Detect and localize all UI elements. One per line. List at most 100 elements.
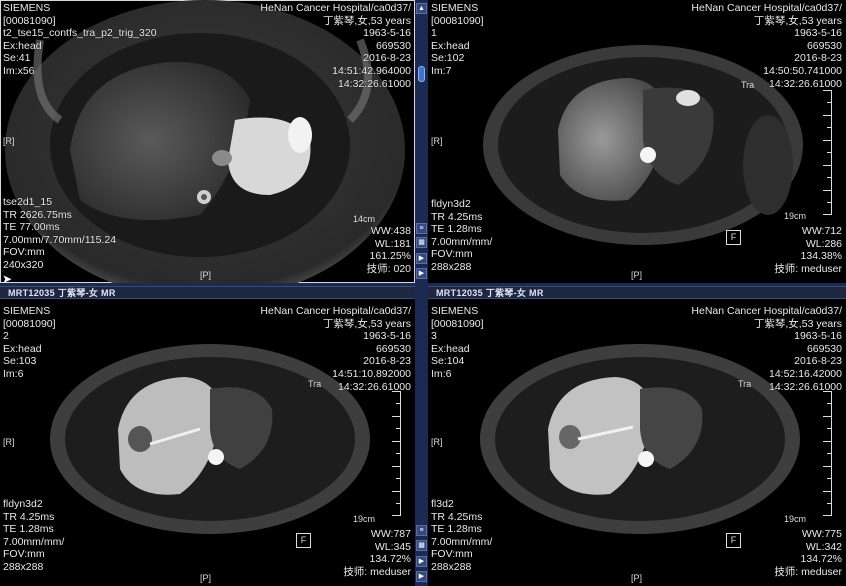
play-icon[interactable]: ▶ xyxy=(416,571,427,582)
overlay-line: Se:102 xyxy=(431,52,465,65)
overlay-line: fldyn3d2 xyxy=(431,198,471,210)
overlay-line: [00081090] xyxy=(431,317,484,330)
overlay-line: 7.00mm/mm/ xyxy=(3,535,65,548)
overlay-line: 1963-5-16 xyxy=(794,27,842,40)
overlay-line: 丁紫琴,女,53 years xyxy=(322,14,411,27)
overlay-line: TR 4.25ms xyxy=(431,210,483,223)
overlay-line: 288x288 xyxy=(431,560,472,573)
overlay-line: Ex:head xyxy=(431,39,470,52)
orientation-bottom-marker: [P] xyxy=(200,573,212,583)
viewport-title-bar[interactable]: MRT12035 丁紫琴-女 MR xyxy=(0,286,415,299)
play-icon[interactable]: ▶ xyxy=(416,268,427,279)
overlay-line: FOV:mm xyxy=(431,248,473,261)
scale-bar xyxy=(823,90,832,215)
overlay-line: 240x320 xyxy=(3,258,44,271)
overlay-bottom-right-text: WW:775 WL:342 134.72% 技师: meduser xyxy=(774,528,842,578)
overlay-bottom-left-text: fl3d2 TR 4.25ms TE 1.28ms 7.00mm/mm/ FOV… xyxy=(431,498,492,574)
vertical-toolbar: ▲ ≡ ▦ ▶ ▶ ≡ ▦ ▶ ▶ xyxy=(415,0,428,586)
overlay-line: 669530 xyxy=(806,39,842,52)
overlay-line: 7.00mm/7.70mm/115.24 xyxy=(3,233,117,246)
grid-icon[interactable]: ▦ xyxy=(416,237,427,248)
overlay-line: 669530 xyxy=(806,342,842,355)
overlay-bottom-right-text: WW:438 WL:181 161.25% 技师: 020 xyxy=(367,225,411,275)
tra-label: Tra xyxy=(738,379,752,389)
orientation-bottom-marker: [P] xyxy=(631,270,643,280)
overlay-line: 2016-8-23 xyxy=(794,355,842,368)
grid-icon[interactable]: ▦ xyxy=(416,540,427,551)
overlay-line: Ex:head xyxy=(3,39,42,52)
menu-icon[interactable]: ≡ xyxy=(416,525,427,536)
overlay-line: 14:50:50.741000 xyxy=(763,64,842,77)
overlay-line: Ex:head xyxy=(3,342,42,355)
window-level: WL:342 xyxy=(805,540,842,553)
overlay-bottom-right-text: WW:712 WL:286 134.38% 技师: meduser xyxy=(774,225,842,275)
overlay-bottom-left-text: tse2d1_15 TR 2626.75ms TE 77.00ms 7.00mm… xyxy=(3,196,116,272)
technician: 技师: meduser xyxy=(774,565,842,578)
tra-label: Tra xyxy=(741,80,755,90)
overlay-line: 丁紫琴,女,53 years xyxy=(753,317,842,330)
overlay-bottom-left-text: fldyn3d2 TR 4.25ms TE 1.28ms 7.00mm/mm/ … xyxy=(431,198,492,274)
overlay-line: TE 1.28ms xyxy=(3,523,54,536)
overlay-line: TE 77.00ms xyxy=(3,221,60,234)
overlay-line: 7.00mm/mm/ xyxy=(431,535,493,548)
viewport-bottom-right[interactable]: SIEMENS [00081090] 3 Ex:head Se:104 Im:6… xyxy=(428,299,846,586)
overlay-line: 669530 xyxy=(375,342,411,355)
orientation-left-marker: [R] xyxy=(431,136,443,146)
technician: 技师: meduser xyxy=(774,262,842,275)
viewport-top-right[interactable]: SIEMENS [00081090] 1 Ex:head Se:102 Im:7… xyxy=(428,0,846,283)
overlay-line: 1963-5-16 xyxy=(794,330,842,343)
window-width: WW:438 xyxy=(370,225,411,237)
overlay-line: 288x288 xyxy=(3,560,44,573)
overlay-line: [00081090] xyxy=(3,14,56,27)
overlay-line: Se:41 xyxy=(3,52,31,65)
overlay-line: HeNan Cancer Hospital/ca0d37/ xyxy=(260,2,411,14)
overlay-top-left-text: SIEMENS [00081090] t2_tse15_contfs_tra_p… xyxy=(3,2,157,78)
scale-bar xyxy=(392,391,401,516)
overlay-line: 14:32:26.61000 xyxy=(338,380,411,393)
mouse-cursor-icon: ➤ xyxy=(2,272,13,286)
zoom-level: 134.72% xyxy=(800,553,842,566)
zoom-level: 134.38% xyxy=(800,250,842,263)
play-icon[interactable]: ▶ xyxy=(416,253,427,264)
overlay-line: HeNan Cancer Hospital/ca0d37/ xyxy=(691,2,842,14)
overlay-line: 2 xyxy=(3,330,9,343)
overlay-line: [00081090] xyxy=(3,317,56,330)
overlay-line: 1 xyxy=(431,27,437,40)
overlay-line: TE 1.28ms xyxy=(431,223,482,236)
overlay-top-left-text: SIEMENS [00081090] 2 Ex:head Se:103 Im:6 xyxy=(3,305,56,381)
orientation-left-marker: [R] xyxy=(3,136,15,146)
overlay-top-left-text: SIEMENS [00081090] 1 Ex:head Se:102 Im:7 xyxy=(431,2,484,78)
scale-label: 19cm xyxy=(783,514,806,524)
scale-bar xyxy=(823,391,832,516)
overlay-top-right-text: HeNan Cancer Hospital/ca0d37/ 丁紫琴,女,53 y… xyxy=(260,305,411,393)
overlay-top-right-text: HeNan Cancer Hospital/ca0d37/ 丁紫琴,女,53 y… xyxy=(691,2,842,90)
window-level: WL:345 xyxy=(374,540,411,553)
overlay-line: 14:32:26.61000 xyxy=(769,380,842,393)
overlay-line: 669530 xyxy=(375,39,411,52)
overlay-line: [00081090] xyxy=(431,14,484,27)
overlay-line: Se:103 xyxy=(3,355,37,368)
overlay-line: 2016-8-23 xyxy=(794,52,842,65)
overlay-line: 3 xyxy=(431,330,437,343)
viewport-bottom-left[interactable]: SIEMENS [00081090] 2 Ex:head Se:103 Im:6… xyxy=(0,299,415,586)
technician: 技师: 020 xyxy=(366,262,411,275)
overlay-line: 14:51:42.964000 xyxy=(332,64,411,77)
overlay-line: fldyn3d2 xyxy=(3,498,43,510)
zoom-level: 161.25% xyxy=(369,250,411,263)
menu-icon[interactable]: ≡ xyxy=(416,223,427,234)
scroll-slider-icon[interactable] xyxy=(418,66,425,82)
viewport-top-left[interactable]: SIEMENS [00081090] t2_tse15_contfs_tra_p… xyxy=(0,0,415,283)
viewport-title-bar[interactable]: MRT12035 丁紫琴-女 MR xyxy=(428,286,846,299)
flip-marker-icon: F xyxy=(296,533,311,548)
scale-label: 19cm xyxy=(783,211,806,221)
orientation-bottom-marker: [P] xyxy=(200,270,212,280)
scroll-up-icon[interactable]: ▲ xyxy=(416,3,427,14)
overlay-line: FOV:mm xyxy=(3,246,45,259)
play-icon[interactable]: ▶ xyxy=(416,556,427,567)
orientation-left-marker: [R] xyxy=(3,437,15,447)
overlay-line: HeNan Cancer Hospital/ca0d37/ xyxy=(691,305,842,317)
window-width: WW:787 xyxy=(370,528,411,540)
overlay-line: 1963-5-16 xyxy=(363,330,411,343)
overlay-line: 2016-8-23 xyxy=(363,355,411,368)
overlay-line: SIEMENS xyxy=(431,305,479,317)
